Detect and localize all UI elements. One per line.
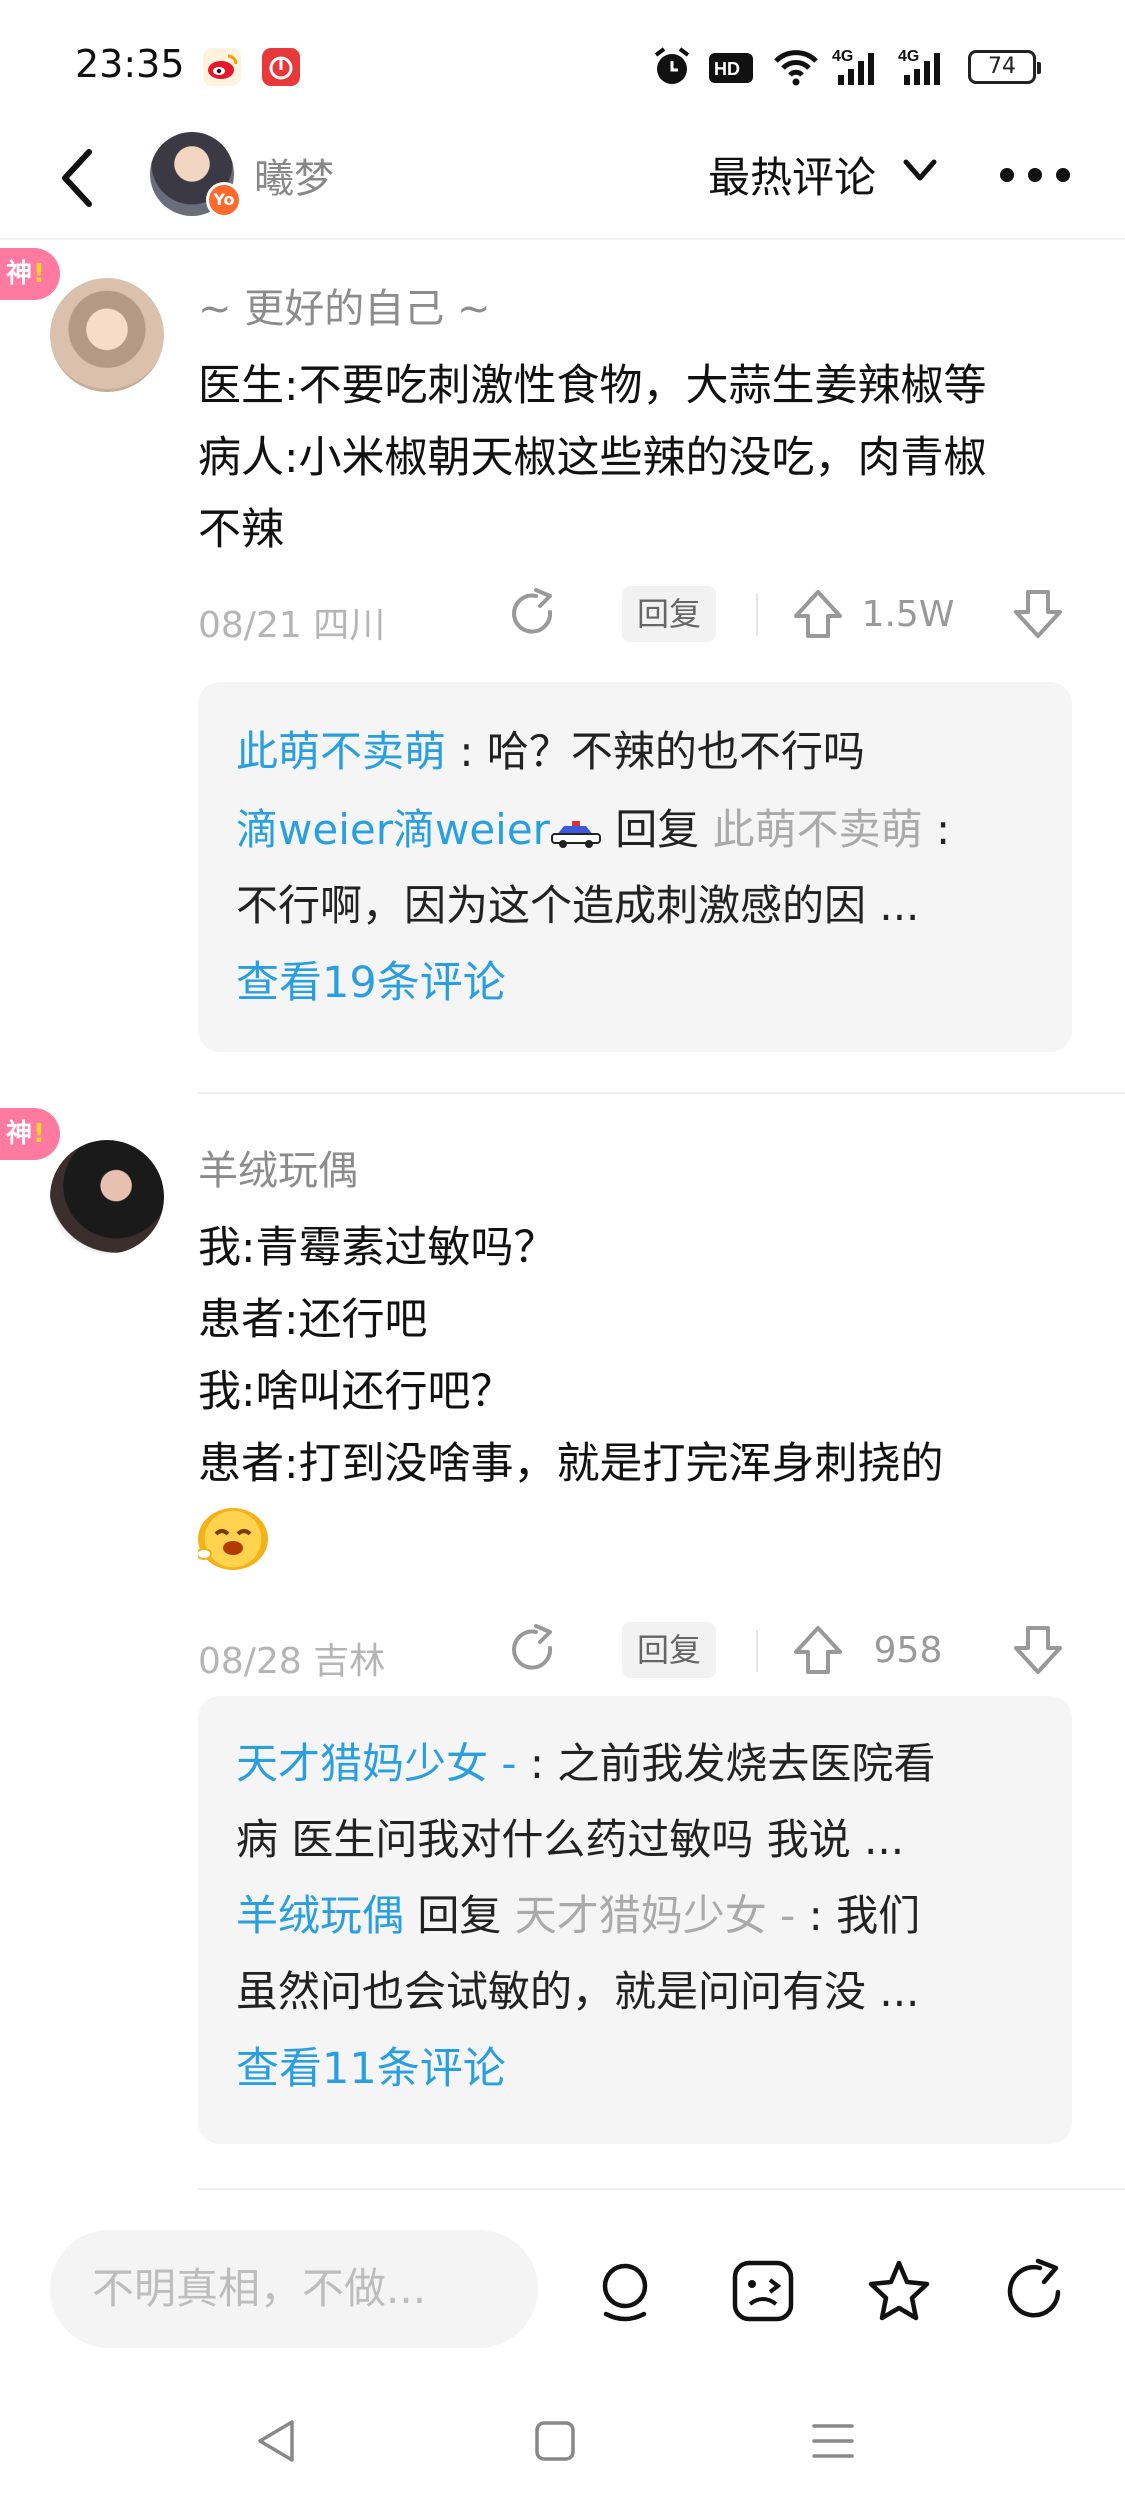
weibo-icon: [203, 48, 241, 86]
alarm-icon: [654, 47, 690, 84]
god-comment-badge: 神!: [0, 248, 60, 300]
view-more-replies-link[interactable]: 查看11条评论: [236, 2030, 1034, 2108]
top-header: Yo 曦梦 最热评论: [0, 120, 1125, 240]
share-icon[interactable]: [506, 1622, 562, 1678]
commenter-username[interactable]: ~ 更好的自己 ~: [198, 276, 490, 334]
favorite-star-icon[interactable]: [866, 2258, 932, 2324]
svg-text:HD: HD: [714, 59, 740, 79]
reply-line: 天才猎妈少女 - : 之前我发烧去医院看: [236, 1739, 936, 1788]
menu-lines-icon[interactable]: [808, 2416, 858, 2466]
emoji-icon[interactable]: [730, 2258, 796, 2324]
commenter-username[interactable]: 羊绒玩偶: [198, 1138, 358, 1196]
voice-icon[interactable]: [592, 2258, 658, 2324]
reply-button[interactable]: 回复: [622, 1622, 716, 1678]
reply-line: 此萌不卖萌 : 哈？不辣的也不行吗: [236, 727, 865, 776]
status-bar: 23:35 HD 4G 4G 74: [0, 0, 1125, 130]
reply-line-continued: 虽然问也会试敏的，就是问问有没 ...: [236, 1967, 920, 2016]
signal-4g-icon: 4G: [832, 48, 874, 85]
reply-button[interactable]: 回复: [622, 586, 716, 642]
comment-input[interactable]: 不明真相，不做...: [50, 2230, 538, 2348]
god-comment-badge: 神!: [0, 1108, 60, 1160]
like-count: 958: [873, 1630, 943, 1671]
police-car-icon: [550, 820, 601, 848]
status-time: 23:35: [75, 42, 185, 86]
svg-text:4G: 4G: [832, 48, 853, 65]
divider: [756, 594, 758, 636]
more-options-icon[interactable]: [1000, 168, 1070, 182]
reply-target-username[interactable]: 天才猎妈少女 -: [515, 1891, 796, 1940]
divider: [756, 1630, 758, 1672]
home-square-icon[interactable]: [530, 2416, 580, 2466]
reply-line-continued: 不行啊，因为这个造成刺激感的因 ...: [236, 881, 920, 930]
sort-dropdown-label[interactable]: 最热评论: [708, 144, 876, 205]
reply-username[interactable]: 滴weier滴weier: [236, 805, 550, 854]
header-avatar[interactable]: Yo: [150, 132, 242, 218]
battery-indicator: 74: [968, 50, 1041, 84]
reply-line: 滴weier滴weier 回复 此萌不卖萌 :: [236, 805, 951, 854]
comment-actions: 08/21 四川 回复 1.5W: [198, 584, 1078, 654]
hd-icon: HD: [709, 53, 753, 83]
downvote-icon[interactable]: [1010, 586, 1066, 642]
header-username[interactable]: 曦梦: [254, 146, 334, 204]
comment-date-location: 08/21 四川: [198, 605, 386, 646]
back-arrow-icon[interactable]: [55, 146, 103, 210]
like-count: 1.5W: [861, 594, 955, 635]
netease-music-icon: [262, 48, 300, 86]
back-triangle-icon[interactable]: [252, 2416, 302, 2466]
reply-preview-box[interactable]: 天才猎妈少女 - : 之前我发烧去医院看 病 医生问我对什么药过敏吗 我说 ..…: [198, 1696, 1072, 2144]
system-nav-bar: [0, 2384, 1125, 2514]
commenter-avatar[interactable]: [50, 278, 164, 392]
svg-text:4G: 4G: [898, 48, 919, 65]
reply-line: 羊绒玩偶 回复 天才猎妈少女 - : 我们: [236, 1891, 921, 1940]
upvote-icon[interactable]: [790, 586, 846, 642]
reply-line-continued: 病 医生问我对什么药过敏吗 我说 ...: [236, 1815, 905, 1864]
wifi-icon: [774, 50, 818, 86]
comment-text[interactable]: 我:青霉素过敏吗？ 患者:还行吧 我:啥叫还行吧？ 患者:打到没啥事，就是打完浑…: [196, 1212, 1078, 1572]
comment-divider: [198, 1092, 1125, 1094]
comment-divider: [198, 2188, 1125, 2190]
reply-preview-box[interactable]: 此萌不卖萌 : 哈？不辣的也不行吗 滴weier滴weier 回复 此萌不卖萌 …: [198, 682, 1072, 1052]
share-icon[interactable]: [1002, 2258, 1068, 2324]
share-icon[interactable]: [506, 586, 562, 642]
comment-input-bar: 不明真相，不做...: [0, 2208, 1125, 2358]
reply-username[interactable]: 此萌不卖萌: [236, 727, 446, 776]
comment-date-location: 08/28 吉林: [198, 1641, 386, 1682]
upvote-icon[interactable]: [790, 1622, 846, 1678]
downvote-icon[interactable]: [1010, 1622, 1066, 1678]
signal-4g-icon: 4G: [898, 48, 940, 85]
commenter-avatar[interactable]: [50, 1140, 164, 1254]
chevron-down-icon[interactable]: [900, 156, 940, 186]
reply-target-username[interactable]: 此萌不卖萌: [713, 805, 923, 854]
reply-username[interactable]: 天才猎妈少女 -: [236, 1739, 517, 1788]
view-more-replies-link[interactable]: 查看19条评论: [236, 944, 1034, 1022]
laughing-emoji-icon: [196, 1507, 268, 1570]
comment-actions: 08/28 吉林 回复 958: [198, 1620, 1078, 1690]
reply-username[interactable]: 羊绒玩偶: [236, 1891, 404, 1940]
comment-text[interactable]: 医生:不要吃刺激性食物，大蒜生姜辣椒等 病人:小米椒朝天椒这些辣的没吃，肉青椒 …: [198, 350, 1078, 566]
avatar-badge: Yo: [206, 182, 242, 218]
